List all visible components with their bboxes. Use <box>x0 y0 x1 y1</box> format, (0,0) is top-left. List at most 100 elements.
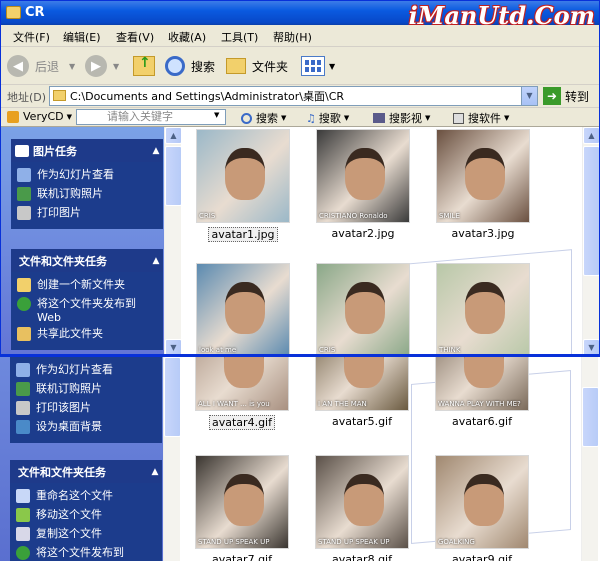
task-set-wallpaper[interactable]: 设为桌面背景 <box>16 420 162 439</box>
picture-tasks-header[interactable]: 图片任务 ▲ <box>11 139 163 162</box>
file-view: ALL I WANT ... is you avatar4.gif I AN THE… <box>181 357 580 561</box>
file-tasks-header[interactable]: 文件和文件夹任务 ▲ <box>10 460 162 483</box>
file-name[interactable]: avatar8.gif <box>330 553 394 561</box>
collapse-chevron-icon[interactable]: ▲ <box>149 254 163 268</box>
collapse-chevron-icon[interactable]: ▲ <box>148 465 162 479</box>
file-item[interactable]: SMILE avatar3.jpg <box>436 129 530 240</box>
folders-button[interactable]: 文件夹 <box>226 53 288 79</box>
file-view-scrollbar[interactable] <box>581 357 599 561</box>
scroll-up-button[interactable]: ▲ <box>583 127 599 144</box>
folder-icon <box>6 6 21 19</box>
file-name[interactable]: avatar5.gif <box>330 415 394 428</box>
task-print[interactable]: 打印该图片 <box>16 401 162 420</box>
file-item[interactable]: I AN THE MAN avatar5.gif <box>315 357 409 428</box>
up-folder-button[interactable]: ↑ <box>133 53 155 79</box>
task-order-prints[interactable]: 联机订购照片 <box>16 382 162 401</box>
task-order-prints[interactable]: 联机订购照片 <box>17 187 163 206</box>
title-bar[interactable]: CR iManUtd.Com <box>1 1 599 30</box>
image-thumbnail[interactable]: STAND UP SPEAK UP <box>315 455 409 549</box>
menu-view[interactable]: 查看(V) <box>116 29 154 45</box>
go-button[interactable]: ➜ 转到 <box>543 86 589 106</box>
forward-button[interactable]: ▶ ▼ <box>85 53 119 79</box>
file-name[interactable]: avatar3.jpg <box>449 227 516 240</box>
verycd-menu[interactable]: VeryCD ▼ <box>7 110 72 123</box>
file-item[interactable]: THINKavatar6.gif <box>436 263 530 354</box>
address-input[interactable]: C:\Documents and Settings\Administrator\… <box>49 86 538 106</box>
scroll-thumb[interactable] <box>582 387 599 447</box>
task-copy[interactable]: 复制这个文件 <box>16 527 162 546</box>
back-button[interactable]: ◀ 后退 ▼ <box>7 53 75 79</box>
file-name[interactable]: avatar4.gif <box>209 415 275 430</box>
thumbnail-overlay-text: WANNA PLAY WITH ME? <box>438 400 521 408</box>
collapse-chevron-icon[interactable]: ▲ <box>149 144 163 158</box>
scroll-thumb[interactable] <box>583 146 599 276</box>
task-pane-scrollbar[interactable]: ▲ ▼ <box>164 127 182 354</box>
task-move[interactable]: 移动这个文件 <box>16 508 162 527</box>
file-name[interactable]: avatar9.gif <box>450 553 514 561</box>
task-publish[interactable]: 将这个文件发布到 <box>16 546 162 561</box>
verycd-search-label: 搜索 <box>256 112 278 125</box>
file-tasks-panel: 文件和文件夹任务 ▲ 重命名这个文件 移动这个文件 复制这个文件 将这个文件发布… <box>10 460 162 561</box>
file-name[interactable]: avatar1.jpg <box>208 227 278 242</box>
scroll-thumb[interactable] <box>165 146 182 206</box>
verycd-videos-button[interactable]: 搜影视 ▼ <box>373 110 430 126</box>
file-item[interactable]: ALL I WANT ... is you avatar4.gif <box>195 357 289 430</box>
scroll-thumb[interactable] <box>164 357 181 437</box>
menu-favorites[interactable]: 收藏(A) <box>168 29 206 45</box>
thumbnail-overlay-text: STAND UP SPEAK UP <box>198 538 270 546</box>
scroll-up-button[interactable]: ▲ <box>165 127 182 144</box>
scroll-down-button[interactable]: ▼ <box>165 339 182 354</box>
task-rename[interactable]: 重命名这个文件 <box>16 489 162 508</box>
photo-face <box>465 148 505 200</box>
task-new-folder[interactable]: 创建一个新文件夹 <box>17 278 163 297</box>
file-item[interactable]: GOALKING avatar9.gif <box>435 455 529 561</box>
file-name[interactable]: avatar7.gif <box>210 553 274 561</box>
address-path: C:\Documents and Settings\Administrator\… <box>70 90 345 103</box>
menu-edit[interactable]: 编辑(E) <box>63 29 101 45</box>
menu-tools[interactable]: 工具(T) <box>221 29 258 45</box>
file-name[interactable]: avatar2.jpg <box>329 227 396 240</box>
verycd-search-input[interactable]: 请输入关键字 <box>76 109 226 125</box>
file-item[interactable]: CRISTIANO Ronaldo avatar2.jpg <box>316 129 410 240</box>
image-thumbnail[interactable]: STAND UP SPEAK UP <box>195 455 289 549</box>
file-item[interactable]: CRISavatar5.gif <box>316 263 410 354</box>
chevron-down-icon[interactable]: ▼ <box>214 111 219 119</box>
address-dropdown-button[interactable]: ▼ <box>521 87 537 105</box>
image-thumbnail[interactable]: GOALKING <box>435 455 529 549</box>
image-thumbnail[interactable]: CRIS <box>316 263 410 354</box>
file-item[interactable]: STAND UP SPEAK UP avatar8.gif <box>315 455 409 561</box>
image-thumbnail[interactable]: CRIS <box>196 129 290 223</box>
new-folder-icon <box>17 278 31 292</box>
task-publish-web[interactable]: 将这个文件夹发布到 Web <box>17 297 163 327</box>
image-thumbnail[interactable]: ALL I WANT ... is you <box>195 357 289 411</box>
verycd-software-button[interactable]: 搜软件 ▼ <box>453 110 509 126</box>
photo-face <box>344 474 384 526</box>
task-print[interactable]: 打印图片 <box>17 206 163 225</box>
menu-file[interactable]: 文件(F) <box>13 29 50 45</box>
scroll-down-button[interactable]: ▼ <box>583 339 599 354</box>
file-tasks-header[interactable]: 文件和文件夹任务 ▲ <box>11 249 163 272</box>
verycd-songs-button[interactable]: ♫ 搜歌 ▼ <box>306 110 349 126</box>
search-button[interactable]: 搜索 <box>165 53 215 79</box>
file-item[interactable]: WANNA PLAY WITH ME? avatar6.gif <box>435 357 529 428</box>
verycd-search-button[interactable]: 搜索 ▼ <box>241 110 286 126</box>
image-thumbnail[interactable]: look at me <box>196 263 290 354</box>
task-slideshow[interactable]: 作为幻灯片查看 <box>16 363 162 382</box>
views-button[interactable]: ▼ <box>301 53 335 79</box>
file-tasks-title: 文件和文件夹任务 <box>19 254 107 268</box>
image-thumbnail[interactable]: SMILE <box>436 129 530 223</box>
file-name[interactable]: avatar6.gif <box>450 415 514 428</box>
file-item[interactable]: STAND UP SPEAK UP avatar7.gif <box>195 455 289 561</box>
task-pane-scrollbar[interactable] <box>163 357 181 561</box>
image-thumbnail[interactable]: CRISTIANO Ronaldo <box>316 129 410 223</box>
file-item[interactable]: look at meavatar4.gif <box>196 263 290 354</box>
image-thumbnail[interactable]: I AN THE MAN <box>315 357 409 411</box>
image-thumbnail[interactable]: WANNA PLAY WITH ME? <box>435 357 529 411</box>
file-item[interactable]: CRIS avatar1.jpg <box>196 129 290 242</box>
menu-help[interactable]: 帮助(H) <box>273 29 312 45</box>
task-share-folder[interactable]: 共享此文件夹 <box>17 327 163 346</box>
task-slideshow[interactable]: 作为幻灯片查看 <box>17 168 163 187</box>
image-thumbnail[interactable]: THINK <box>436 263 530 354</box>
file-view-scrollbar[interactable]: ▲ ▼ <box>582 127 599 354</box>
thumbnail-overlay-text: I AN THE MAN <box>318 400 367 408</box>
